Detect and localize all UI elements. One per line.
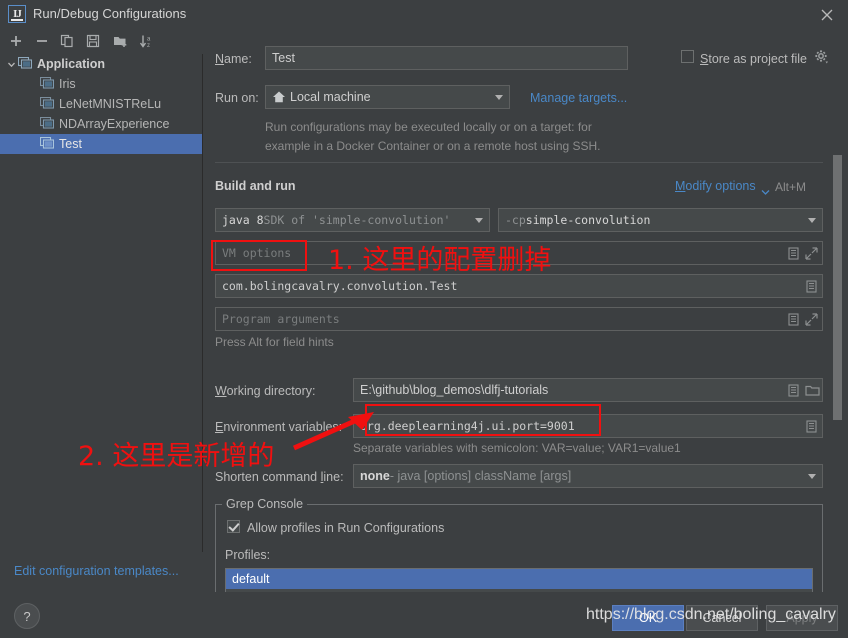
shorten-command-line-value: none [360,469,390,483]
new-folder-icon[interactable] [110,31,130,51]
manage-targets-link[interactable]: Manage targets... [530,91,627,105]
open-editor-icon[interactable] [805,419,818,433]
sidebar-item-iris[interactable]: Iris [0,74,202,94]
classpath-prefix: -cp [505,213,526,227]
window-title: Run/Debug Configurations [33,6,187,21]
chevron-down-icon [761,185,770,199]
copy-icon[interactable] [57,31,77,51]
profiles-label: Profiles: [225,548,271,562]
svg-text:z: z [147,43,150,49]
shorten-command-line-value-rest: - java [options] className [args] [389,469,572,483]
run-on-label: Run on: [215,91,259,105]
add-configuration-button[interactable] [6,31,26,51]
jre-value-rest: SDK of 'simple-convolution' [263,213,451,227]
main-scrollbar-thumb[interactable] [833,155,842,420]
svg-text:a: a [147,36,151,42]
ok-button[interactable]: OK [612,605,684,631]
run-on-select[interactable]: Local machine [265,85,510,109]
list-item[interactable]: default [226,569,812,589]
field-hint: Press Alt for field hints [215,335,334,349]
configuration-icon [39,136,55,152]
application-icon [17,56,33,72]
chevron-down-icon [495,95,503,100]
configurations-tree: Application Iris LeNetMNISTReLu NDArrayE… [0,54,203,552]
build-and-run-title: Build and run [215,179,296,193]
profiles-list[interactable]: default [225,568,813,592]
jre-select[interactable]: java 8 SDK of 'simple-convolution' [215,208,490,232]
save-icon[interactable] [83,31,103,51]
environment-variables-value: org.deeplearning4j.ui.port=9001 [360,419,575,433]
tree-node-label: Test [59,137,82,151]
store-as-project-file-checkbox[interactable] [681,50,694,63]
configuration-icon [39,76,55,92]
configuration-form: Name: Test Store as project file Run on: [203,28,848,592]
grep-console-legend: Grep Console [222,497,308,511]
chevron-down-icon [808,474,816,479]
shorten-command-line-label: Shorten command line: [215,470,344,484]
chevron-down-icon[interactable] [4,60,18,69]
environment-variables-hint: Separate variables with semicolon: VAR=v… [353,441,681,455]
modify-options-link[interactable]: Modify options [675,179,756,193]
section-divider [215,162,823,163]
configuration-icon [39,96,55,112]
store-as-project-file-label: Store as project file [700,52,808,66]
run-on-value: Local machine [290,90,371,104]
chevron-down-icon [808,218,816,223]
modify-options-shortcut: Alt+M [775,180,807,194]
working-directory-input[interactable]: E:\github\blog_demos\dlfj-tutorials [353,378,823,402]
environment-variables-input[interactable]: org.deeplearning4j.ui.port=9001 [353,414,823,438]
expand-icon[interactable] [805,312,818,326]
open-editor-icon[interactable] [787,383,800,397]
logo-text: IJ [13,7,22,20]
tree-node-label: Iris [59,77,76,91]
chevron-down-icon [475,218,483,223]
working-directory-label: Working directory: [215,384,316,398]
title-bar: IJ Run/Debug Configurations [0,0,848,28]
classpath-select[interactable]: -cp simple-convolution [498,208,823,232]
jre-value-bold: java 8 [222,213,264,227]
help-button[interactable]: ? [14,603,40,629]
working-directory-value: E:\github\blog_demos\dlfj-tutorials [360,383,549,397]
sidebar-item-lenetmnistrelu[interactable]: LeNetMNISTReLu [0,94,202,114]
sidebar-item-test[interactable]: Test [0,134,202,154]
sort-az-icon[interactable]: a z [137,31,157,51]
vm-options-input[interactable]: VM options [215,241,823,265]
main-class-input[interactable]: com.bolingcavalry.convolution.Test [215,274,823,298]
name-input-value: Test [272,51,295,65]
intellij-logo-icon: IJ [8,5,26,23]
gear-icon[interactable] [814,49,830,68]
tree-node-label: NDArrayExperience [59,117,170,131]
name-input[interactable]: Test [265,46,628,70]
allow-profiles-label: Allow profiles in Run Configurations [247,521,445,535]
classpath-value: simple-convolution [525,213,651,227]
run-on-description-line1: Run configurations may be executed local… [265,120,592,134]
tree-node-label: Application [37,57,106,71]
environment-variables-label: Environment variables: [215,420,343,434]
program-arguments-input[interactable]: Program arguments [215,307,823,331]
sidebar-item-ndarrayexperience[interactable]: NDArrayExperience [0,114,202,134]
tree-node-label: LeNetMNISTReLu [59,97,162,111]
run-on-description-line2: example in a Docker Container or on a re… [265,139,601,153]
program-arguments-placeholder: Program arguments [222,312,340,326]
logo-underline [11,19,23,21]
tree-node-application[interactable]: Application [0,54,202,74]
remove-configuration-button[interactable] [32,31,52,51]
close-icon[interactable] [818,6,836,24]
cancel-button[interactable]: Cancel [686,605,758,631]
allow-profiles-checkbox[interactable] [227,520,240,533]
shorten-command-line-select[interactable]: none - java [options] className [args] [353,464,823,488]
configuration-icon [39,116,55,132]
main-class-value: com.bolingcavalry.convolution.Test [222,279,458,293]
configurations-toolbar: a z [0,28,202,54]
folder-browse-icon[interactable] [805,384,820,397]
open-editor-icon[interactable] [805,279,818,293]
open-editor-icon[interactable] [787,246,800,260]
apply-button[interactable]: Apply [766,605,838,631]
home-icon [272,90,286,107]
name-label: Name: [215,52,252,66]
open-editor-icon[interactable] [787,312,800,326]
edit-configuration-templates-link[interactable]: Edit configuration templates... [14,564,179,578]
expand-icon[interactable] [805,246,818,260]
vm-options-placeholder: VM options [222,246,292,260]
